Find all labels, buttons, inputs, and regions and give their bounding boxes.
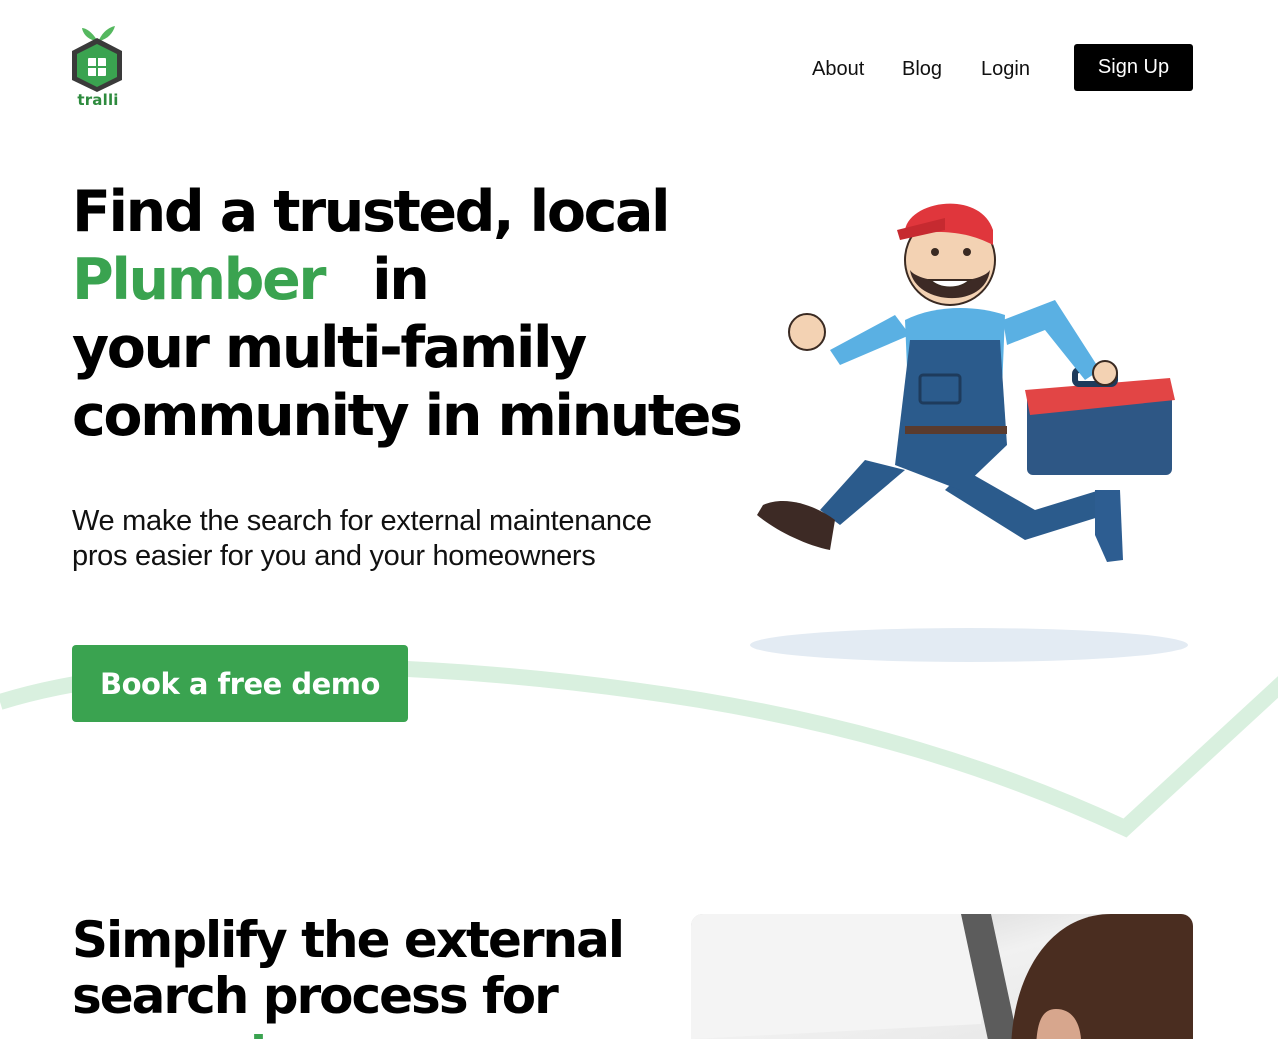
hero-subtitle-line-1: We make the search for external maintena… [72, 505, 652, 537]
main-nav: About Blog Login Sign Up [0, 44, 1278, 92]
hero-subtitle-line-2: pros easier for you and your homeowners [72, 540, 596, 572]
section-title-line-1: Simplify the external [72, 911, 625, 969]
nav-about-link[interactable]: About [812, 58, 864, 81]
hero-title-trade: Plumber [72, 247, 326, 313]
nav-blog-link[interactable]: Blog [902, 58, 942, 81]
hero-title-line-1: Find a trusted, local [72, 179, 671, 245]
woman-on-phone-photo [691, 914, 1193, 1039]
landing-page: tralli About Blog Login Sign Up Find a t… [0, 0, 1278, 1039]
brand-wordmark: tralli [77, 91, 119, 109]
sign-up-button[interactable]: Sign Up [1074, 44, 1193, 91]
nav-login-link[interactable]: Login [981, 58, 1030, 81]
photo-placeholder [691, 914, 1193, 1039]
hero-title-line-3: your multi-family [72, 315, 587, 381]
hero-subtitle: We make the search for external maintena… [72, 504, 652, 574]
hero-title-line-4: community in minutes [72, 383, 743, 449]
section-title-line-2: search process for [72, 967, 559, 1025]
section-title-line-3: property managers [72, 1024, 623, 1039]
hero-title: Find a trusted, local Plumber in your mul… [72, 178, 743, 450]
running-plumber-illustration [757, 203, 1175, 562]
decorative-swoosh [0, 658, 1278, 838]
book-demo-button[interactable]: Book a free demo [72, 645, 408, 722]
hero-title-line-2-rest: in [372, 247, 430, 313]
section-title: Simplify the external search process for… [72, 911, 625, 1039]
hero-title-line-2: Plumber in [72, 246, 741, 314]
